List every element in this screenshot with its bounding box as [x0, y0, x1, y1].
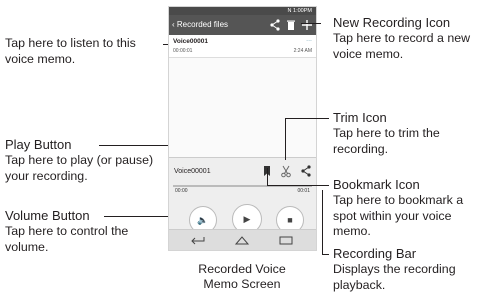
home-nav-icon[interactable]: [232, 233, 252, 247]
annotation-trim-text: Tap here to trim the recording.: [333, 126, 440, 156]
trim-icon[interactable]: [280, 164, 292, 178]
annotation-listen-text: Tap here to listen to this voice memo.: [5, 36, 136, 66]
annotation-listen: Tap here to listen to this voice memo.: [5, 36, 163, 67]
playback-start-time: 00:00: [175, 188, 188, 194]
stop-icon: ■: [287, 215, 293, 225]
recording-duration: 00:00:01: [173, 48, 193, 54]
status-bar: N 1:00PM: [169, 7, 316, 15]
back-button[interactable]: ‹ Recorded files: [172, 19, 228, 31]
annotation-new-recording: New Recording Icon Tap here to record a …: [333, 15, 489, 62]
leader-line-bookmark-v: [267, 168, 268, 185]
annotation-recording-bar: Recording Bar Displays the recording pla…: [333, 246, 483, 293]
leader-line-bookmark-h: [267, 185, 329, 186]
recording-name: Voice00001: [173, 38, 208, 45]
app-bar: ‹ Recorded files: [169, 15, 316, 35]
leader-line-recording-bar-h: [322, 254, 329, 255]
annotation-recording-bar-text: Displays the recording playback.: [333, 262, 456, 292]
share-icon[interactable]: [300, 164, 312, 178]
share-icon[interactable]: [268, 17, 282, 33]
annotation-bookmark-title: Bookmark Icon: [333, 177, 420, 192]
annotation-trim-title: Trim Icon: [333, 110, 387, 125]
leader-line-recording-bar-v: [322, 190, 323, 254]
navigation-bar: [169, 229, 316, 250]
play-icon: ▶: [243, 214, 251, 224]
leader-line-trim-v: [285, 118, 286, 160]
phone-screen: N 1:00PM ‹ Recorded files Voice00001 ...…: [168, 6, 317, 251]
annotation-new-recording-text: Tap here to record a new voice memo.: [333, 31, 471, 61]
annotation-new-recording-title: New Recording Icon: [333, 15, 451, 30]
recording-bar[interactable]: 00:00 00:01: [173, 185, 312, 199]
playback-end-time: 00:01: [297, 188, 310, 194]
annotation-play-text: Tap here to play (or pause) your recordi…: [5, 153, 154, 183]
annotation-bookmark-text: Tap here to bookmark a spot within your …: [333, 193, 464, 239]
leader-line-trim-h: [285, 118, 329, 119]
back-nav-icon[interactable]: [189, 233, 209, 247]
player-recording-name: Voice00001: [174, 168, 211, 175]
recording-indicator: ...: [306, 36, 312, 43]
annotation-bookmark: Bookmark Icon Tap here to bookmark a spo…: [333, 177, 489, 240]
status-text: N 1:00PM: [287, 8, 312, 14]
new-recording-icon[interactable]: [300, 17, 314, 33]
annotation-trim: Trim Icon Tap here to trim the recording…: [333, 110, 478, 157]
app-title: Recorded files: [176, 20, 229, 29]
recent-apps-nav-icon[interactable]: [276, 233, 296, 247]
screen-caption: Recorded Voice Memo Screen: [198, 262, 286, 291]
volume-icon: 🔈: [197, 215, 209, 225]
leader-line-new-recording: [301, 23, 321, 24]
annotation-volume-text: Tap here to control the volume.: [5, 224, 129, 254]
recording-time: 2:24 AM: [293, 48, 312, 54]
delete-icon[interactable]: [284, 17, 298, 33]
annotation-recording-bar-title: Recording Bar: [333, 246, 417, 261]
list-item[interactable]: Voice00001 ... 00:00:01 2:24 AM: [169, 35, 316, 58]
